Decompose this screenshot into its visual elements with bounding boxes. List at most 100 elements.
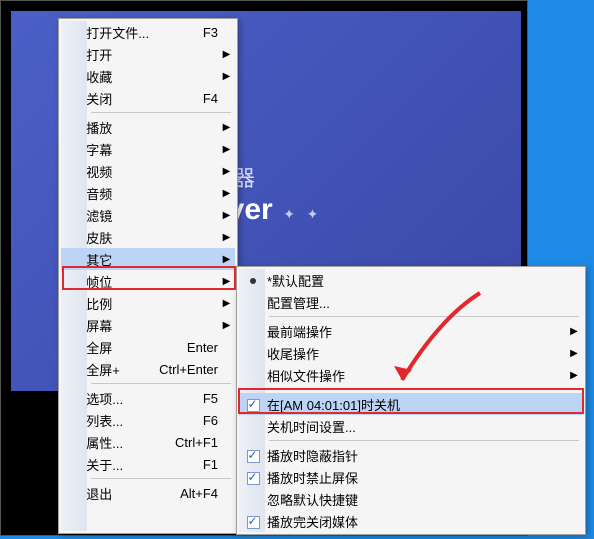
menu-item-shortcut: F6 [149, 409, 218, 431]
menu-item-shortcut [149, 204, 218, 226]
main-menu-item-2[interactable]: 收藏▶ [61, 65, 235, 87]
main-menu-item-16[interactable]: 全屏+Ctrl+Enter [61, 358, 235, 380]
chevron-right-icon: ▶ [218, 204, 235, 226]
menu-item-label: 播放 [86, 116, 149, 138]
menu-item-label: 屏幕 [86, 314, 149, 336]
menu-item-label: 关于... [86, 453, 149, 475]
chevron-right-icon: ▶ [218, 292, 235, 314]
menu-item-label: 滤镜 [86, 204, 149, 226]
menu-item-label: 打开文件... [86, 21, 149, 43]
menu-item-label: 比例 [86, 292, 149, 314]
menu-item-shortcut [495, 415, 565, 437]
menu-item-label: 播放时隐蔽指针 [267, 444, 495, 466]
menu-item-label: 视频 [86, 160, 149, 182]
sub-menu-item-10[interactable]: 播放时隐蔽指针 [239, 444, 583, 466]
menu-item-shortcut: Ctrl+F1 [149, 431, 218, 453]
menu-item-shortcut [149, 43, 218, 65]
sub-menu-item-0[interactable]: *默认配置 [239, 269, 583, 291]
main-menu-item-20[interactable]: 属性...Ctrl+F1 [61, 431, 235, 453]
main-menu-item-9[interactable]: 滤镜 ▶ [61, 204, 235, 226]
menu-item-shortcut [149, 116, 218, 138]
chevron-right-icon: ▶ [218, 270, 235, 292]
menu-item-label: *默认配置 [267, 269, 495, 291]
menu-item-shortcut [149, 270, 218, 292]
chevron-right-icon: ▶ [218, 226, 235, 248]
main-menu-separator [61, 475, 235, 482]
checkbox-icon [247, 472, 260, 485]
main-menu-item-0[interactable]: 打开文件...F3 [61, 21, 235, 43]
menu-item-shortcut: F3 [149, 21, 218, 43]
main-menu-item-19[interactable]: 列表...F6 [61, 409, 235, 431]
bullet-icon [250, 278, 256, 284]
main-menu-item-11[interactable]: 其它 ▶ [61, 248, 235, 270]
menu-item-label: 关闭 [86, 87, 149, 109]
menu-item-shortcut [495, 393, 565, 415]
sub-menu-item-11[interactable]: 播放时禁止屏保 [239, 466, 583, 488]
menu-item-label: 在[AM 04:01:01]时关机 [267, 393, 495, 415]
sub-menu-item-12[interactable]: 忽略默认快捷键 [239, 488, 583, 510]
menu-item-shortcut [495, 510, 565, 532]
main-menu-item-13[interactable]: 比例 ▶ [61, 292, 235, 314]
chevron-right-icon: ▶ [565, 364, 583, 386]
main-menu-separator [61, 109, 235, 116]
main-menu-item-14[interactable]: 屏幕 ▶ [61, 314, 235, 336]
menu-item-shortcut [495, 342, 565, 364]
app-subtitle: 放器 [211, 161, 521, 193]
menu-item-label: 播放完关闭媒体 [267, 510, 495, 532]
main-menu-item-8[interactable]: 音频▶ [61, 182, 235, 204]
context-menu-other-submenu[interactable]: *默认配置配置管理...最前端操作▶收尾操作▶相似文件操作▶在[AM 04:01… [236, 266, 586, 535]
menu-item-shortcut [495, 269, 565, 291]
menu-item-label: 列表... [86, 409, 149, 431]
menu-item-shortcut [149, 160, 218, 182]
sub-menu-item-7[interactable]: 在[AM 04:01:01]时关机 [239, 393, 583, 415]
menu-item-label: 打开 [86, 43, 149, 65]
menu-item-label: 其它 [86, 248, 149, 270]
main-menu-item-1[interactable]: 打开 ▶ [61, 43, 235, 65]
menu-item-label: 帧位 [86, 270, 149, 292]
sub-menu-item-1[interactable]: 配置管理... [239, 291, 583, 313]
menu-item-shortcut: Enter [149, 336, 218, 358]
main-menu-item-12[interactable]: 帧位 ▶ [61, 270, 235, 292]
main-menu-item-3[interactable]: 关闭F4 [61, 87, 235, 109]
sub-menu-item-4[interactable]: 收尾操作 ▶ [239, 342, 583, 364]
menu-item-label: 属性... [86, 431, 149, 453]
menu-item-shortcut [495, 320, 565, 342]
main-menu-item-5[interactable]: 播放▶ [61, 116, 235, 138]
menu-item-label: 皮肤 [86, 226, 149, 248]
main-menu-item-23[interactable]: 退出Alt+F4 [61, 482, 235, 504]
main-menu-item-18[interactable]: 选项...F5 [61, 387, 235, 409]
sub-menu-item-8[interactable]: 关机时间设置... [239, 415, 583, 437]
chevron-right-icon: ▶ [218, 138, 235, 160]
sparkle-icon: ✦ ✦ [283, 206, 318, 222]
menu-item-label: 全屏+ [86, 358, 149, 380]
menu-item-shortcut [495, 444, 565, 466]
menu-item-label: 播放时禁止屏保 [267, 466, 495, 488]
menu-item-shortcut [495, 466, 565, 488]
chevron-right-icon: ▶ [565, 342, 583, 364]
chevron-right-icon: ▶ [218, 314, 235, 336]
menu-item-label: 配置管理... [267, 291, 495, 313]
sub-menu-item-3[interactable]: 最前端操作 ▶ [239, 320, 583, 342]
context-menu-main[interactable]: 打开文件...F3打开▶收藏▶关闭F4播放▶字幕▶视频▶音频▶滤镜▶皮肤▶其它▶… [58, 18, 238, 534]
menu-item-label: 最前端操作 [267, 320, 495, 342]
menu-item-shortcut [149, 226, 218, 248]
chevron-right-icon: ▶ [218, 65, 235, 87]
menu-item-shortcut: F4 [149, 87, 218, 109]
menu-item-shortcut: Alt+F4 [149, 482, 218, 504]
menu-item-label: 退出 [86, 482, 149, 504]
chevron-right-icon: ▶ [218, 43, 235, 65]
chevron-right-icon: ▶ [565, 320, 583, 342]
menu-item-label: 音频 [86, 182, 149, 204]
menu-item-label: 收尾操作 [267, 342, 495, 364]
menu-item-label: 忽略默认快捷键 [267, 488, 495, 510]
menu-item-shortcut: F1 [149, 453, 218, 475]
chevron-right-icon: ▶ [218, 248, 235, 270]
main-menu-item-15[interactable]: 全屏Enter [61, 336, 235, 358]
sub-menu-item-13[interactable]: 播放完关闭媒体 [239, 510, 583, 532]
main-menu-item-21[interactable]: 关于...F1 [61, 453, 235, 475]
menu-item-label: 关机时间设置... [267, 415, 495, 437]
main-menu-item-6[interactable]: 字幕▶ [61, 138, 235, 160]
main-menu-item-7[interactable]: 视频▶ [61, 160, 235, 182]
main-menu-item-10[interactable]: 皮肤 ▶ [61, 226, 235, 248]
sub-menu-item-5[interactable]: 相似文件操作▶ [239, 364, 583, 386]
